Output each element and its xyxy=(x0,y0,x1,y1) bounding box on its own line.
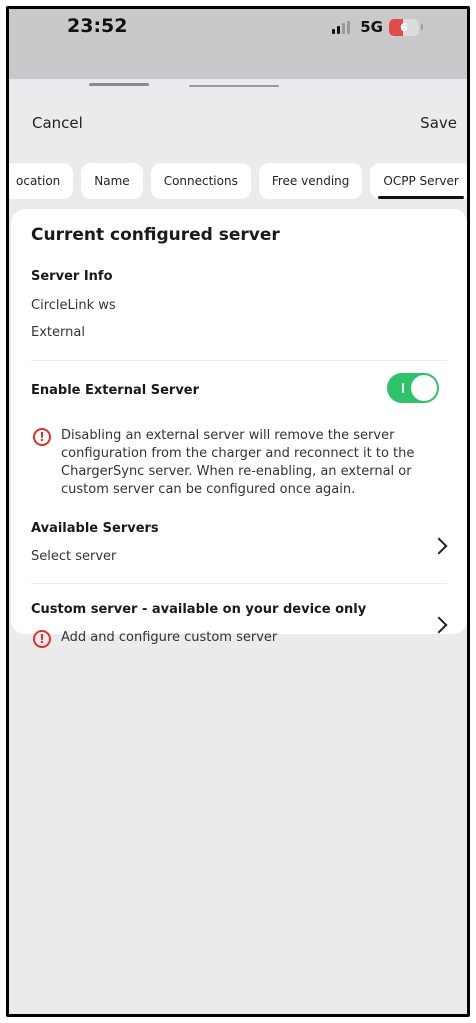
phone-screen: 23:52 5G 6 Cancel Save ocation Name Conn… xyxy=(6,6,470,1017)
available-servers-heading: Available Servers xyxy=(31,521,159,536)
custom-server-row[interactable]: Custom server - available on your device… xyxy=(11,587,467,648)
status-time: 23:52 xyxy=(67,15,128,37)
network-type: 5G xyxy=(360,18,383,36)
server-name: CircleLink ws xyxy=(31,298,116,313)
enable-external-label: Enable External Server xyxy=(31,383,200,398)
toggle-knob xyxy=(411,375,437,401)
tab-connections[interactable]: Connections xyxy=(150,163,251,199)
available-servers-value: Select server xyxy=(31,549,117,564)
alert-circle-icon: ! xyxy=(33,428,51,446)
background-page-peek xyxy=(189,85,279,87)
save-button[interactable]: Save xyxy=(420,114,457,132)
tab-location[interactable]: ocation xyxy=(9,163,74,199)
server-info-heading: Server Info xyxy=(31,269,113,284)
battery-icon: 6 xyxy=(389,18,419,36)
tab-ocpp-server[interactable]: OCPP Server xyxy=(370,163,467,199)
cellular-signal-icon xyxy=(332,20,352,34)
chevron-right-icon xyxy=(430,537,448,555)
cancel-button[interactable]: Cancel xyxy=(32,114,83,132)
available-servers-row[interactable]: Available Servers Select server xyxy=(11,511,467,575)
status-bar: 23:52 5G 6 xyxy=(9,9,467,79)
divider xyxy=(31,583,447,584)
server-type: External xyxy=(31,325,85,340)
tab-free-vending[interactable]: Free vending xyxy=(258,163,363,199)
enable-external-toggle[interactable] xyxy=(387,373,439,403)
battery-percentage: 6 xyxy=(400,20,408,34)
custom-server-heading: Custom server - available on your device… xyxy=(31,602,367,617)
server-config-card: Current configured server Server Info Ci… xyxy=(11,209,467,648)
chevron-right-icon xyxy=(430,616,448,634)
alert-circle-icon: ! xyxy=(33,630,51,648)
disable-warning-text: Disabling an external server will remove… xyxy=(61,428,415,497)
card-title: Current configured server xyxy=(31,225,280,245)
tab-name[interactable]: Name xyxy=(81,163,143,199)
status-indicators: 5G 6 xyxy=(332,18,423,36)
sheet-nav-bar: Cancel Save xyxy=(9,91,467,151)
divider xyxy=(31,360,447,361)
toggle-on-indicator xyxy=(402,383,404,393)
modal-sheet: Cancel Save ocation Name Connections Fre… xyxy=(9,91,467,1014)
tab-bar: ocation Name Connections Free vending OC… xyxy=(9,161,467,201)
battery-nub xyxy=(421,24,423,30)
background-page-peek xyxy=(89,83,149,86)
custom-server-action: Add and configure custom server xyxy=(61,630,278,645)
